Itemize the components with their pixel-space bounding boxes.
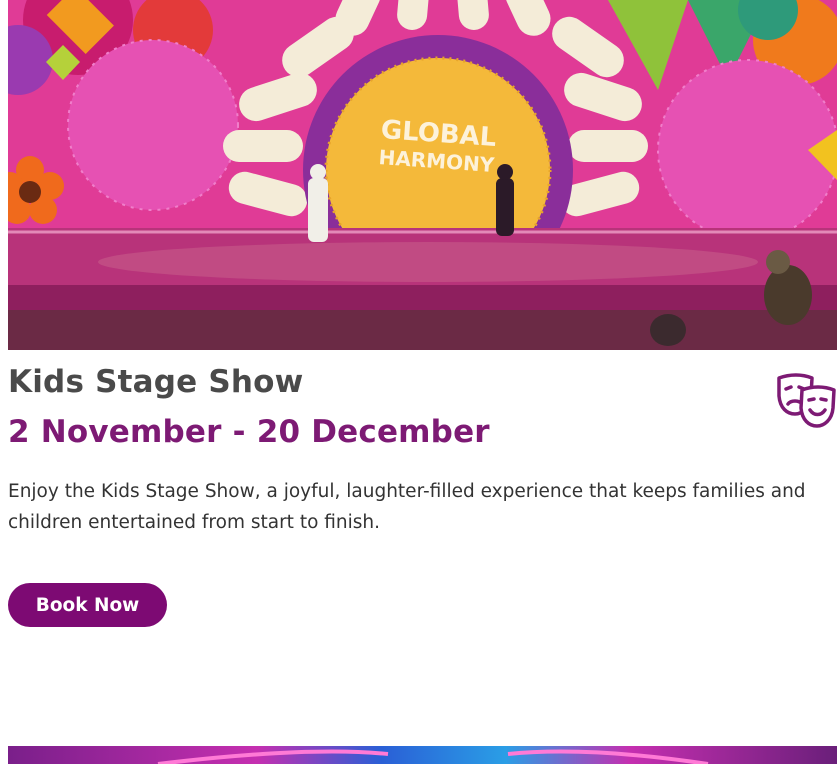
event-date-range: 2 November - 20 December xyxy=(8,414,490,450)
event-description: Enjoy the Kids Stage Show, a joyful, lau… xyxy=(8,481,806,533)
event-hero-image: GLOBAL HARMONY xyxy=(8,0,837,350)
book-now-button[interactable]: Book Now xyxy=(8,583,167,627)
next-event-image xyxy=(8,746,837,764)
event-page: GLOBAL HARMONY Kids Stage Show 2 Novembe… xyxy=(0,0,837,764)
theater-masks-icon xyxy=(776,372,837,428)
event-title: Kids Stage Show xyxy=(8,364,304,400)
